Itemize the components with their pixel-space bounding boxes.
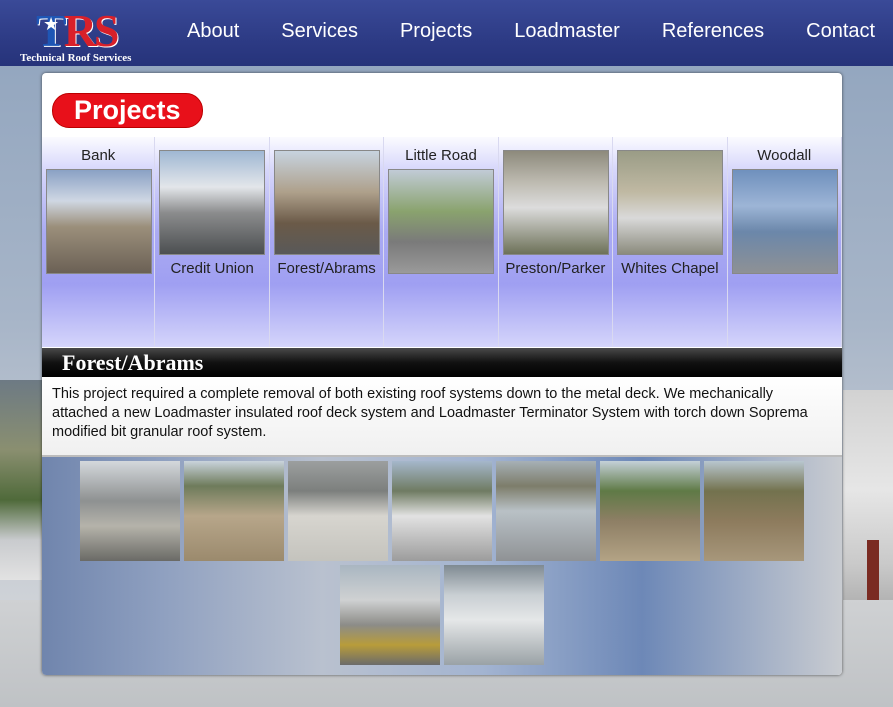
gallery-photo[interactable]: [600, 461, 700, 561]
project-caption: Preston/Parker: [505, 260, 606, 277]
gallery-photo[interactable]: [496, 461, 596, 561]
project-thumbnail[interactable]: [46, 169, 152, 274]
gallery-photo[interactable]: [80, 461, 180, 561]
project-caption: Bank: [81, 147, 116, 164]
gallery-row: [340, 565, 544, 665]
project-detail-title: Forest/Abrams: [62, 350, 204, 375]
project-caption: Credit Union: [170, 260, 254, 277]
project-credit-union[interactable]: Credit Union: [155, 137, 270, 347]
project-caption: Little Road: [405, 147, 477, 164]
project-thumbnail[interactable]: [617, 150, 724, 255]
project-description: This project required a complete removal…: [42, 377, 842, 457]
content-panel: Projects Bank Credit Union Forest/Abrams…: [42, 73, 842, 675]
project-bank[interactable]: Bank: [42, 137, 156, 347]
project-thumbnail[interactable]: [273, 150, 380, 255]
project-little-road[interactable]: Little Road: [384, 137, 499, 347]
page-title: Projects: [52, 93, 203, 128]
project-caption: Forest/Abrams: [277, 260, 376, 277]
nav-about[interactable]: About: [166, 18, 260, 44]
gallery-photo[interactable]: [288, 461, 388, 561]
photo-gallery: [42, 457, 842, 675]
project-thumbnail[interactable]: [388, 169, 495, 274]
project-thumbnail[interactable]: [159, 150, 266, 255]
project-whites-chapel[interactable]: Whites Chapel: [613, 137, 728, 347]
gallery-row: [80, 461, 804, 561]
project-preston-parker[interactable]: Preston/Parker: [499, 137, 614, 347]
background-scenery-left: [0, 380, 42, 580]
gallery-photo[interactable]: [704, 461, 804, 561]
logo-tagline: Technical Roof Services: [20, 52, 132, 64]
gallery-photo[interactable]: [392, 461, 492, 561]
logo-letters-rs: RS: [63, 5, 120, 56]
project-description-text: This project required a complete removal…: [52, 386, 808, 440]
nav-references[interactable]: References: [641, 18, 785, 44]
project-thumbnail[interactable]: [502, 150, 609, 255]
project-detail-header: Forest/Abrams: [42, 348, 842, 377]
nav-contact[interactable]: Contact: [785, 18, 893, 44]
trs-logo[interactable]: TRS ★ Technical Roof Services: [18, 5, 148, 65]
site-header: TRS ★ Technical Roof Services About Serv…: [0, 0, 893, 66]
project-strip: Bank Credit Union Forest/Abrams Little R…: [42, 137, 842, 347]
project-thumbnail[interactable]: [731, 169, 838, 274]
gallery-photo[interactable]: [184, 461, 284, 561]
project-caption: Whites Chapel: [621, 260, 719, 277]
nav-loadmaster[interactable]: Loadmaster: [493, 18, 641, 44]
nav-projects[interactable]: Projects: [379, 18, 493, 44]
gallery-photo[interactable]: [340, 565, 440, 665]
main-nav: About Services Projects Loadmaster Refer…: [166, 18, 893, 44]
project-woodall[interactable]: Woodall: [728, 137, 842, 347]
project-caption: Woodall: [757, 147, 812, 164]
star-icon: ★: [43, 14, 60, 34]
nav-services[interactable]: Services: [260, 18, 379, 44]
gallery-photo[interactable]: [444, 565, 544, 665]
project-forest-abrams[interactable]: Forest/Abrams: [270, 137, 385, 347]
